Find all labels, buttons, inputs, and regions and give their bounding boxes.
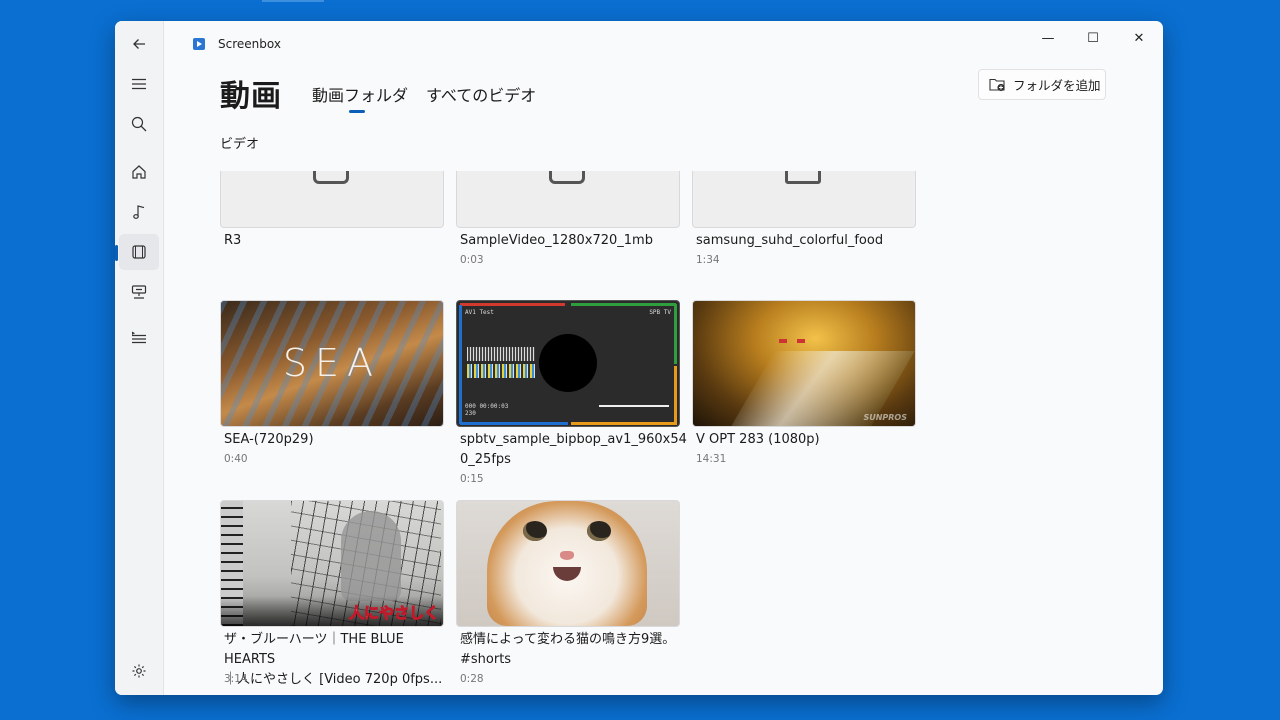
- video-thumbnail-placeholder: [692, 171, 916, 228]
- settings-gear-icon: [132, 664, 146, 678]
- video-title-line: #shorts: [460, 652, 512, 667]
- thumbnail-text: 人にやさしく: [348, 604, 439, 623]
- video-title: ザ・ブルーハーツ｜THE BLUE HEARTS ｜人にやさしく [Video …: [224, 630, 444, 690]
- video-placeholder-icon: [549, 171, 585, 184]
- video-thumbnail: AV1 Test SPB TV 000 00:00:03 230: [456, 300, 680, 427]
- nav-item-network[interactable]: [119, 274, 159, 310]
- music-note-icon: [133, 205, 145, 219]
- nav-item-play-queue[interactable]: [119, 320, 159, 356]
- video-duration: 0:40: [224, 453, 248, 465]
- thumbnail-text: SUNPROS: [863, 413, 907, 422]
- video-thumbnail: SUNPROS: [692, 300, 916, 427]
- video-duration: 14:31: [696, 453, 727, 465]
- video-thumbnail: SEA: [220, 300, 444, 427]
- video-title: R3: [224, 233, 242, 248]
- app-window: Screenbox — ☐ ✕ 動画 動画フォルダ すべてのビデオ フォルダを追…: [115, 21, 1163, 695]
- video-title-line: spbtv_sample_bipbop_av1_960x54: [460, 432, 687, 447]
- section-label: ビデオ: [220, 137, 260, 152]
- search-button[interactable]: [119, 106, 159, 142]
- video-placeholder-icon: [785, 171, 821, 184]
- video-duration: 0:15: [460, 473, 484, 485]
- tab-video-folders[interactable]: 動画フォルダ: [312, 82, 408, 106]
- thumbnail-text: AV1 Test: [465, 309, 494, 316]
- selection-indicator: [115, 245, 118, 261]
- video-thumbnail-placeholder: [220, 171, 444, 228]
- nav-item-music[interactable]: [119, 194, 159, 230]
- video-placeholder-icon: [313, 171, 349, 184]
- video-title-line: 0_25fps: [460, 452, 511, 467]
- nav-rail: [115, 21, 164, 695]
- page-title: 動画: [220, 79, 282, 114]
- video-film-icon: [132, 245, 146, 259]
- video-duration: 0:28: [460, 673, 484, 685]
- hamburger-menu-icon: [132, 78, 146, 90]
- home-icon: [132, 165, 146, 179]
- video-title: SampleVideo_1280x720_1mb: [460, 233, 653, 248]
- play-queue-icon: [132, 331, 146, 344]
- video-title-line: 感情によって変わる猫の鳴き方9選。: [460, 632, 676, 647]
- video-duration: 1:34: [696, 254, 720, 266]
- app-title: Screenbox: [218, 37, 281, 51]
- maximize-icon: ☐: [1087, 30, 1099, 46]
- video-duration: 0:03: [460, 254, 484, 266]
- network-icon: [131, 285, 147, 299]
- add-folder-label: フォルダを追加: [1013, 78, 1101, 93]
- thumbnail-text: SEA: [282, 341, 382, 385]
- video-title: spbtv_sample_bipbop_av1_960x54 0_25fps: [460, 430, 687, 470]
- video-title-line: ザ・ブルーハーツ｜THE BLUE HEARTS: [224, 632, 404, 667]
- thumbnail-text: 000 00:00:03 230: [465, 403, 509, 417]
- folder-add-icon: [989, 78, 1005, 92]
- video-title: SEA-(720p29): [224, 432, 314, 447]
- close-icon: ✕: [1133, 30, 1145, 46]
- video-thumbnail-placeholder: [456, 171, 680, 228]
- tab-all-videos[interactable]: すべてのビデオ: [426, 82, 536, 106]
- video-thumbnail: [456, 500, 680, 627]
- video-duration: 3:14: [224, 673, 248, 685]
- nav-item-videos[interactable]: [115, 234, 159, 270]
- maximize-button[interactable]: ☐: [1071, 23, 1115, 53]
- minimize-button[interactable]: —: [1026, 23, 1070, 53]
- back-arrow-icon: [133, 39, 145, 49]
- video-grid: R3 SampleVideo_1280x720_1mb 0:03 samsung…: [163, 171, 1163, 695]
- search-icon: [131, 116, 147, 132]
- video-title: samsung_suhd_colorful_food: [696, 233, 884, 248]
- thumbnail-text: SPB TV: [649, 309, 671, 316]
- video-title: 感情によって変わる猫の鳴き方9選。 #shorts: [460, 630, 680, 670]
- tab-selected-indicator: [349, 110, 365, 113]
- desktop-taskbar-hint: [262, 0, 324, 2]
- video-title: V OPT 283 (1080p): [696, 432, 820, 447]
- video-thumbnail: 人にやさしく: [220, 500, 444, 627]
- back-button[interactable]: [119, 26, 159, 62]
- minimize-icon: —: [1041, 30, 1055, 46]
- menu-button[interactable]: [119, 66, 159, 102]
- app-logo-icon: [193, 38, 205, 50]
- video-title-line: ｜人にやさしく [Video 720p 0fps...: [224, 672, 443, 687]
- nav-item-home[interactable]: [119, 154, 159, 190]
- add-folder-button[interactable]: フォルダを追加: [978, 69, 1106, 100]
- close-button[interactable]: ✕: [1117, 23, 1161, 53]
- settings-button[interactable]: [119, 653, 159, 689]
